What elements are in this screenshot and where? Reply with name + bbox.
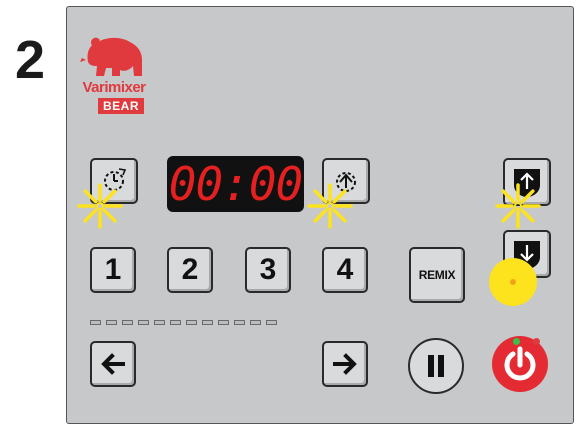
speed-led bbox=[234, 320, 245, 325]
remix-button[interactable]: REMIX bbox=[409, 247, 465, 303]
power-indicator-red bbox=[533, 338, 540, 345]
speed-led bbox=[202, 320, 213, 325]
left-arrow-button[interactable] bbox=[90, 341, 136, 387]
speed-led bbox=[122, 320, 133, 325]
right-arrow-button[interactable] bbox=[322, 341, 368, 387]
speed-led bbox=[90, 320, 101, 325]
arrow-left-icon bbox=[99, 350, 127, 378]
power-button[interactable] bbox=[492, 336, 548, 392]
pause-icon bbox=[424, 352, 448, 380]
speed-led bbox=[266, 320, 277, 325]
speed-led bbox=[186, 320, 197, 325]
brand-sub: BEAR bbox=[98, 98, 144, 114]
speed-led bbox=[170, 320, 181, 325]
power-indicator-green bbox=[513, 338, 520, 345]
pause-button[interactable] bbox=[408, 338, 464, 394]
speed-3-button[interactable]: 3 bbox=[245, 247, 291, 293]
speed-led bbox=[218, 320, 229, 325]
spark-bowl-up-icon bbox=[494, 182, 542, 230]
step-number: 2 bbox=[14, 30, 46, 90]
highlight-center-dot bbox=[510, 279, 516, 285]
speed-led-strip bbox=[90, 320, 277, 326]
speed-led bbox=[154, 320, 165, 325]
speed-2-button[interactable]: 2 bbox=[167, 247, 213, 293]
speed-4-button[interactable]: 4 bbox=[322, 247, 368, 293]
spark-timer-up-icon bbox=[306, 182, 354, 230]
time-display: 00:00 bbox=[167, 156, 304, 212]
speed-led bbox=[138, 320, 149, 325]
arrow-right-icon bbox=[331, 350, 359, 378]
power-icon bbox=[500, 344, 540, 384]
brand-name: Varimixer bbox=[82, 79, 146, 96]
time-readout: 00:00 bbox=[168, 157, 303, 211]
spark-timer-down-icon bbox=[76, 182, 124, 230]
speed-1-button[interactable]: 1 bbox=[90, 247, 136, 293]
speed-led bbox=[106, 320, 117, 325]
speed-led bbox=[250, 320, 261, 325]
